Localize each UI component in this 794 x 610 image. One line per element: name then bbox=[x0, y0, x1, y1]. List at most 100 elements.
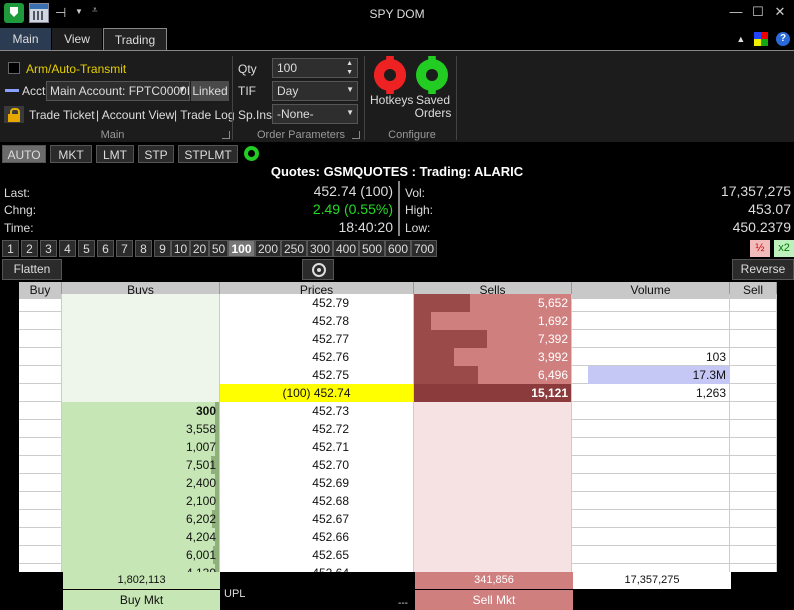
sell-cell[interactable] bbox=[730, 438, 777, 456]
buy-cell[interactable] bbox=[19, 456, 62, 474]
sells-cell[interactable] bbox=[414, 474, 572, 492]
arm-label[interactable]: Arm/Auto-Transmit bbox=[26, 62, 126, 76]
hotkeys-button[interactable]: Hotkeys bbox=[370, 93, 413, 107]
size-20[interactable]: 20 bbox=[190, 240, 209, 257]
size-8[interactable]: 8 bbox=[135, 240, 152, 257]
size-400[interactable]: 400 bbox=[333, 240, 359, 257]
help-icon[interactable]: ? bbox=[776, 31, 790, 46]
saved-label[interactable]: Saved bbox=[412, 93, 454, 107]
order-type-stp[interactable]: STP bbox=[138, 145, 174, 163]
sells-cell[interactable]: 6,496 bbox=[414, 366, 572, 384]
sell-cell[interactable] bbox=[730, 510, 777, 528]
buys-cell[interactable] bbox=[62, 330, 220, 348]
size-700[interactable]: 700 bbox=[411, 240, 437, 257]
close-icon[interactable]: ✕ bbox=[770, 4, 790, 20]
buy-cell[interactable] bbox=[19, 546, 62, 564]
sells-cell[interactable] bbox=[414, 528, 572, 546]
double-size-button[interactable]: x2 bbox=[774, 240, 794, 257]
sell-cell[interactable] bbox=[730, 384, 777, 402]
buy-cell[interactable] bbox=[19, 294, 62, 312]
sells-cell[interactable] bbox=[414, 420, 572, 438]
buys-cell[interactable] bbox=[62, 312, 220, 330]
sell-cell[interactable] bbox=[730, 546, 777, 564]
buys-cell[interactable] bbox=[62, 348, 220, 366]
buys-cell[interactable]: 1,007 bbox=[62, 438, 220, 456]
buy-cell[interactable] bbox=[19, 510, 62, 528]
buy-cell[interactable] bbox=[19, 492, 62, 510]
sell-cell[interactable] bbox=[730, 312, 777, 330]
arm-checkbox[interactable] bbox=[8, 62, 20, 74]
buys-cell[interactable]: 6,001 bbox=[62, 546, 220, 564]
sells-cell[interactable] bbox=[414, 438, 572, 456]
buy-cell[interactable] bbox=[19, 384, 62, 402]
order-type-stplmt[interactable]: STPLMT bbox=[178, 145, 238, 163]
buys-cell[interactable]: 4,204 bbox=[62, 528, 220, 546]
buy-cell[interactable] bbox=[19, 348, 62, 366]
center-crosshair-icon[interactable] bbox=[302, 259, 334, 280]
qty-stepper-icon[interactable]: ▲ ▼ bbox=[346, 59, 353, 77]
sell-cell[interactable] bbox=[730, 492, 777, 510]
size-100[interactable]: 100 bbox=[228, 240, 255, 257]
collapse-ribbon-icon[interactable]: ▲ bbox=[736, 34, 745, 44]
tif-select[interactable]: Day ▼ bbox=[272, 81, 358, 101]
trade-ticket-link[interactable]: Trade Ticket bbox=[29, 108, 95, 122]
buys-cell[interactable] bbox=[62, 384, 220, 402]
buy-cell[interactable] bbox=[19, 564, 62, 572]
orders-label[interactable]: Orders bbox=[412, 106, 454, 120]
sell-cell[interactable] bbox=[730, 294, 777, 312]
buy-market-button[interactable]: Buy Mkt bbox=[63, 590, 220, 610]
buy-cell[interactable] bbox=[19, 402, 62, 420]
size-4[interactable]: 4 bbox=[59, 240, 76, 257]
sells-cell[interactable]: 5,652 bbox=[414, 294, 572, 312]
sell-cell[interactable] bbox=[730, 366, 777, 384]
size-9[interactable]: 9 bbox=[154, 240, 171, 257]
size-200[interactable]: 200 bbox=[255, 240, 281, 257]
account-view-link[interactable]: | Account View bbox=[96, 108, 174, 122]
buy-cell[interactable] bbox=[19, 330, 62, 348]
size-5[interactable]: 5 bbox=[78, 240, 95, 257]
buys-cell[interactable]: 7,501 bbox=[62, 456, 220, 474]
maximize-icon[interactable]: ☐ bbox=[748, 4, 768, 20]
sells-cell[interactable]: 7,392 bbox=[414, 330, 572, 348]
minimize-icon[interactable]: — bbox=[726, 4, 746, 19]
buy-cell[interactable] bbox=[19, 420, 62, 438]
reverse-button[interactable]: Reverse bbox=[732, 259, 794, 280]
sells-cell[interactable] bbox=[414, 510, 572, 528]
sell-market-button[interactable]: Sell Mkt bbox=[415, 590, 573, 610]
half-size-button[interactable]: ½ bbox=[750, 240, 770, 257]
buy-cell[interactable] bbox=[19, 312, 62, 330]
buy-cell[interactable] bbox=[19, 366, 62, 384]
buys-cell[interactable]: 4,139 bbox=[62, 564, 220, 572]
order-type-settings-gear-icon[interactable] bbox=[244, 146, 259, 161]
sells-cell[interactable]: 15,121 bbox=[414, 384, 572, 402]
main-group-launcher-icon[interactable] bbox=[222, 131, 230, 139]
buy-cell[interactable] bbox=[19, 528, 62, 546]
buys-cell[interactable]: 6,202 bbox=[62, 510, 220, 528]
order-params-launcher-icon[interactable] bbox=[352, 131, 360, 139]
sells-cell[interactable] bbox=[414, 546, 572, 564]
order-type-lmt[interactable]: LMT bbox=[96, 145, 134, 163]
order-type-mkt[interactable]: MKT bbox=[50, 145, 92, 163]
hotkeys-gear-icon[interactable] bbox=[374, 59, 406, 91]
linked-button[interactable]: Linked bbox=[191, 81, 229, 101]
size-250[interactable]: 250 bbox=[281, 240, 307, 257]
buys-cell[interactable]: 3,558 bbox=[62, 420, 220, 438]
sell-cell[interactable] bbox=[730, 420, 777, 438]
account-select[interactable]: Main Account: FPTC0000I ▼ bbox=[46, 81, 190, 101]
sell-cell[interactable] bbox=[730, 474, 777, 492]
sell-cell[interactable] bbox=[730, 456, 777, 474]
buys-cell[interactable] bbox=[62, 366, 220, 384]
tab-view[interactable]: View bbox=[52, 28, 102, 50]
sells-cell[interactable] bbox=[414, 402, 572, 420]
tab-main[interactable]: Main bbox=[0, 28, 51, 50]
sell-cell[interactable] bbox=[730, 402, 777, 420]
sell-cell[interactable] bbox=[730, 348, 777, 366]
size-10[interactable]: 10 bbox=[171, 240, 190, 257]
lock-icon[interactable] bbox=[4, 106, 24, 123]
sells-cell[interactable] bbox=[414, 456, 572, 474]
saved-orders-gear-icon[interactable] bbox=[416, 59, 448, 91]
buys-cell[interactable]: 2,400 bbox=[62, 474, 220, 492]
qty-input[interactable]: 100 ▲ ▼ bbox=[272, 58, 358, 78]
size-300[interactable]: 300 bbox=[307, 240, 333, 257]
size-6[interactable]: 6 bbox=[97, 240, 114, 257]
